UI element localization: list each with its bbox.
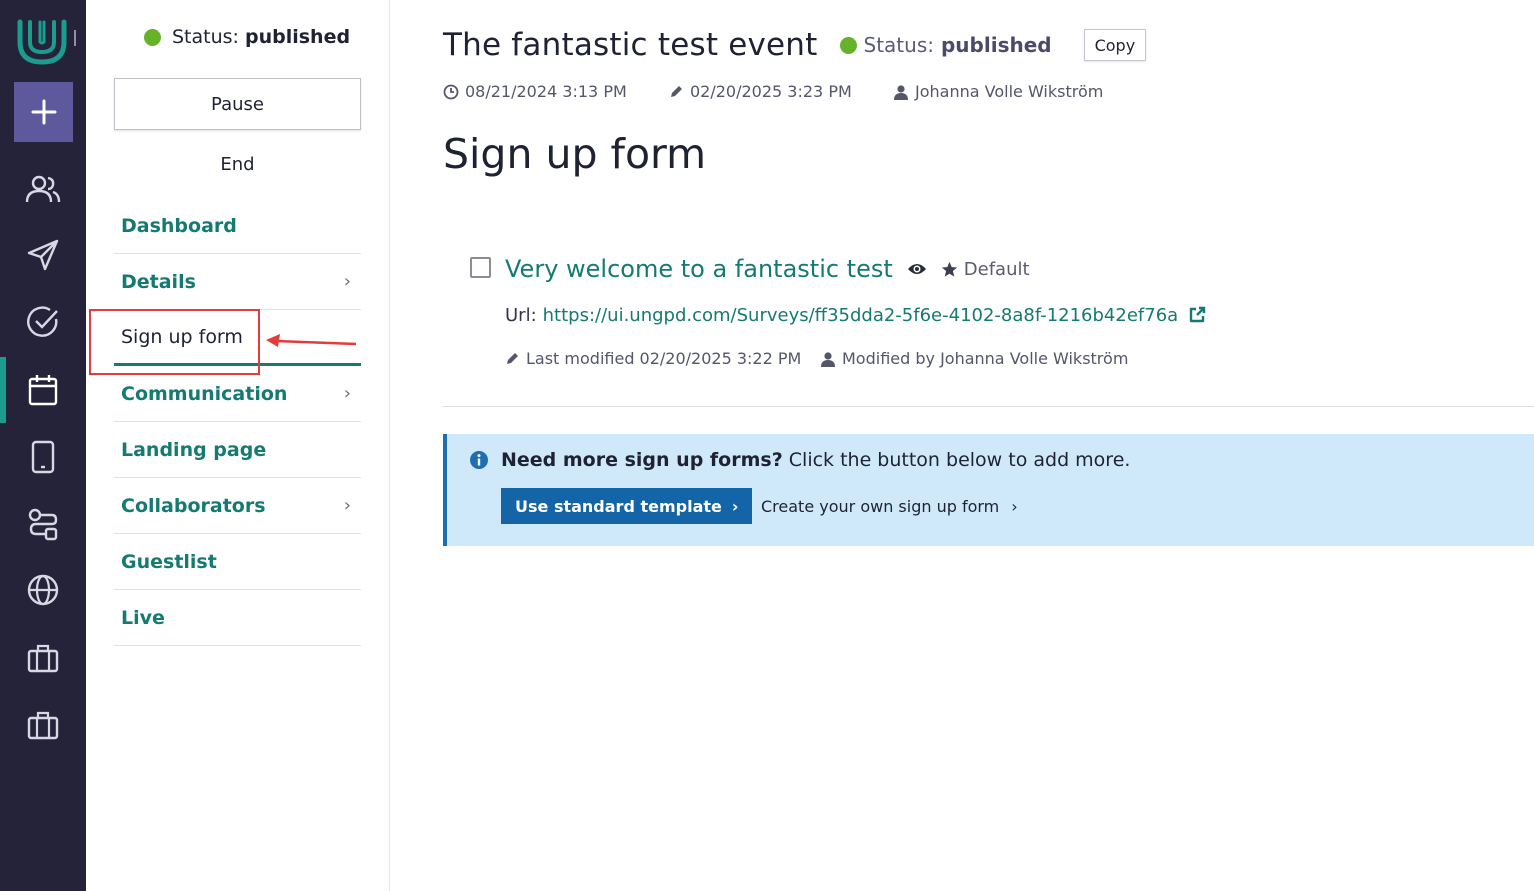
nav-item-label: Live [121,606,165,629]
people-icon [25,175,61,203]
pencil-icon [507,353,518,364]
chevron-right-icon: › [343,495,351,516]
copy-button[interactable]: Copy [1083,29,1147,61]
sidebar-status: Status: published [144,24,350,50]
modified-by-text: Modified by Johanna Volle Wikström [842,349,1129,368]
event-subnav: Status: published Pause End Dashboard De… [86,0,390,891]
status-dot-icon [144,28,161,46]
nav-item-guestlist[interactable]: Guestlist [114,534,361,590]
nav-item-dashboard[interactable]: Dashboard [114,198,361,254]
rail-web[interactable] [0,562,86,618]
nav-item-label: Details [121,270,196,293]
form-title-row: Very welcome to a fantastic test Default [505,252,1030,286]
create-own-form-button[interactable]: Create your own sign up form › [759,488,1020,524]
rail-tasks[interactable] [0,294,86,350]
info-bold-text: Need more sign up forms? [501,449,783,471]
rail-contacts[interactable] [0,161,86,217]
default-label: Default [963,258,1030,280]
status-value: published [245,26,351,48]
author-meta: Johanna Volle Wikström [893,82,1103,101]
chevron-right-icon: › [731,496,739,516]
add-button[interactable] [14,82,73,142]
rail-mobile[interactable] [0,429,86,485]
plus-icon [31,99,56,125]
icon-rail [0,0,86,891]
user-icon [821,351,835,367]
info-body-text: Click the button below to add more. [782,449,1131,471]
annotation-highlight-box [89,309,260,375]
last-modified-text: Last modified 02/20/2025 3:22 PM [526,349,802,368]
pause-button[interactable]: Pause [114,78,361,130]
create-own-form-label: Create your own sign up form [761,496,1000,516]
url-label: Url: [505,304,537,326]
use-standard-template-button[interactable]: Use standard template › [501,488,753,524]
clock-icon [443,84,459,99]
event-status-value: published [940,33,1052,57]
subnav-list: Dashboard Details › Sign up form Communi… [114,198,361,646]
logo-divider [74,30,76,46]
send-icon [27,239,59,271]
edited-date: 02/20/2025 3:23 PM [690,82,852,101]
rail-send[interactable] [0,227,86,283]
page-title: Sign up form [443,130,707,178]
chevron-right-icon: › [1011,496,1018,516]
nav-item-label: Landing page [121,438,267,461]
briefcase-icon [27,711,59,740]
form-select-checkbox[interactable] [470,257,491,278]
chevron-right-icon: › [343,383,351,404]
nav-item-label: Guestlist [121,550,217,573]
created-meta: 08/21/2024 3:13 PM [443,82,627,101]
nav-item-live[interactable]: Live [114,590,361,646]
user-icon [894,84,908,100]
edited-meta: 02/20/2025 3:23 PM [669,82,852,101]
created-date: 08/21/2024 3:13 PM [465,82,627,101]
event-status: Status: published [839,33,1052,57]
nav-item-label: Collaborators [121,494,266,517]
event-title: The fantastic test event [443,27,818,63]
status-dot-icon [839,36,857,54]
eye-icon[interactable] [907,262,927,276]
form-url-link[interactable]: https://ui.ungpd.com/Surveys/ff35dda2-5f… [543,305,1179,326]
nav-item-collaborators[interactable]: Collaborators › [114,478,361,534]
end-button[interactable]: End [114,140,361,188]
author-name: Johanna Volle Wikström [915,82,1104,101]
calendar-icon [28,375,58,406]
form-url-row: Url: https://ui.ungpd.com/Surveys/ff35dd… [505,302,1206,328]
star-icon [941,261,957,277]
status-label: Status: [172,26,239,48]
rail-events[interactable] [0,357,86,423]
pencil-icon [671,86,682,97]
event-header: The fantastic test event Status: publish… [443,22,1147,68]
nav-item-label: Communication [121,382,288,405]
form-title-link[interactable]: Very welcome to a fantastic test [505,255,893,283]
logo-icon[interactable] [14,12,70,68]
info-icon [470,451,488,469]
mobile-icon [31,440,55,474]
rail-portfolio-2[interactable] [0,697,86,753]
check-circle-icon [27,306,58,337]
annotation-arrow-icon [266,334,357,347]
info-callout: Need more sign up forms? Click the butto… [443,434,1534,546]
use-standard-template-label: Use standard template [515,496,722,516]
main-content: The fantastic test event Status: publish… [443,0,1534,891]
rail-portfolio[interactable] [0,630,86,686]
last-modified-meta: Last modified 02/20/2025 3:22 PM [505,349,801,368]
nav-item-label: Dashboard [121,214,237,237]
modified-by-meta: Modified by Johanna Volle Wikström [820,349,1128,368]
chevron-right-icon: › [343,271,351,292]
nav-item-landing-page[interactable]: Landing page [114,422,361,478]
rail-workflow[interactable] [0,496,86,552]
external-link-icon[interactable] [1188,306,1206,324]
default-badge: Default [941,259,1030,280]
info-message: Need more sign up forms? Click the butto… [501,449,1130,471]
nav-item-details[interactable]: Details › [114,254,361,310]
event-status-label: Status: [863,33,934,57]
sign-up-form-card: Very welcome to a fantastic test Default… [443,240,1534,407]
workflow-icon [28,508,58,541]
briefcase-icon [27,644,59,673]
globe-icon [27,574,59,606]
